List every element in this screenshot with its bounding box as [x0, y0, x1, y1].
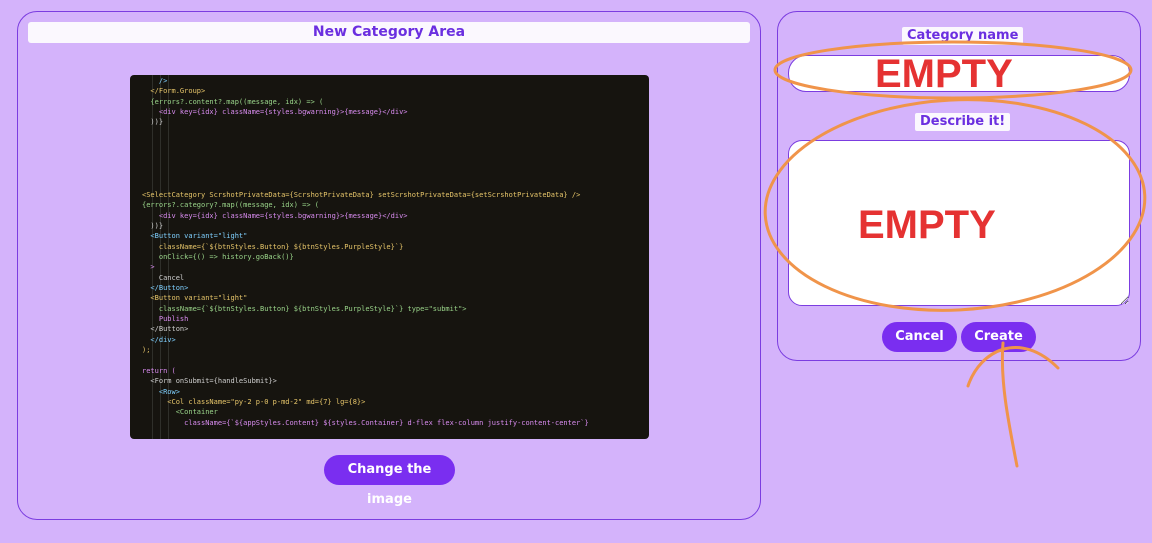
cancel-button[interactable]: Cancel — [882, 322, 957, 352]
describe-label: Describe it! — [915, 113, 1011, 131]
annotation-arrow-shaft — [1000, 341, 1019, 468]
code-line: </Button> — [142, 284, 189, 292]
code-line: /> — [142, 77, 168, 85]
code-line: ))} — [142, 118, 164, 127]
code-line: <SelectCategory ScrshotPrivateData={Scrs… — [142, 190, 581, 199]
code-line: <Row> — [142, 387, 180, 396]
code-line: <div key={idx} className={styles.bgwarni… — [142, 108, 408, 117]
code-line: <Col className="py-2 p-0 p-md-2" md={7} … — [142, 397, 366, 406]
code-line: {errors?.category?.map((message, idx) =>… — [142, 201, 320, 210]
area-title: New Category Area — [28, 22, 750, 43]
code-line: <Container — [142, 408, 218, 417]
code-line: {errors?.content?.map((message, idx) => … — [142, 97, 324, 106]
create-button[interactable]: Create — [961, 322, 1036, 352]
code-line: ))} — [142, 221, 164, 230]
code-line: </Form.Group> — [142, 87, 206, 96]
code-line: > — [142, 263, 155, 272]
change-image-button[interactable]: Change the image — [324, 455, 455, 507]
code-screenshot-image: /> </Form.Group> {errors?.content?.map((… — [130, 75, 649, 439]
new-category-panel: New Category Area /> </Form.Group> {erro… — [17, 11, 761, 520]
code-line: <Form onSubmit={handleSubmit}> — [142, 377, 277, 386]
empty-annotation-name: EMPTY — [875, 52, 1013, 96]
code-line: </Button> — [142, 325, 189, 334]
code-line: onClick={() => history.goBack()} — [142, 252, 294, 261]
code-line: className={`${btnStyles.Button} ${btnSty… — [142, 304, 467, 313]
code-line: Cancel — [142, 273, 185, 282]
code-line: <Button variant="light" — [142, 232, 248, 241]
code-line: <Button variant="light" — [142, 294, 248, 303]
code-line: <div key={idx} className={styles.bgwarni… — [142, 211, 408, 220]
category-name-label: Category name — [902, 27, 1024, 45]
code-line: className={`${appStyles.Content} ${style… — [142, 418, 589, 427]
code-line: className={`${btnStyles.Button} ${btnSty… — [142, 242, 404, 251]
code-line: Publish — [142, 315, 189, 324]
code-line: return ( — [142, 366, 176, 375]
empty-annotation-describe: EMPTY — [858, 203, 996, 247]
code-line: ); — [142, 346, 151, 355]
code-line: </div> — [142, 335, 176, 344]
